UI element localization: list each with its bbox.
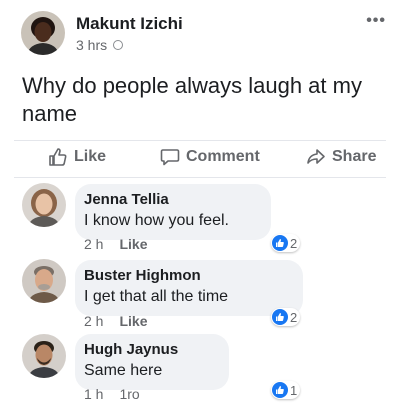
reaction-count[interactable]: 2 bbox=[271, 234, 301, 252]
commenter-avatar[interactable] bbox=[22, 183, 66, 227]
divider bbox=[14, 140, 386, 141]
comment-like-button[interactable]: Like bbox=[119, 313, 147, 329]
post-card: Makunt Izichi 3 hrs ••• Why do people al… bbox=[0, 0, 400, 405]
reaction-number: 2 bbox=[290, 235, 298, 251]
globe-icon bbox=[113, 40, 124, 50]
comment-time[interactable]: 2 h bbox=[84, 236, 103, 252]
like-button[interactable]: Like bbox=[48, 147, 106, 167]
comment-label: Comment bbox=[186, 148, 260, 165]
comment-text: Same here bbox=[84, 362, 163, 379]
more-options-icon[interactable]: ••• bbox=[366, 12, 386, 30]
thumbs-up-icon bbox=[272, 309, 288, 325]
reaction-count[interactable]: 1 bbox=[271, 381, 301, 399]
commenter-avatar[interactable] bbox=[22, 334, 66, 378]
thumbs-up-icon bbox=[272, 235, 288, 251]
share-label: Share bbox=[332, 148, 377, 165]
comment-like-button[interactable]: Like bbox=[119, 236, 147, 252]
reaction-number: 2 bbox=[290, 309, 298, 325]
comment-author[interactable]: Buster Highmon bbox=[84, 266, 293, 286]
comment-meta: 2 h Like bbox=[84, 236, 147, 252]
thumbs-up-icon bbox=[272, 382, 288, 398]
post-author-name[interactable]: Makunt Izichi bbox=[76, 14, 183, 34]
author-avatar[interactable] bbox=[21, 11, 65, 55]
post-text: Why do people always laugh at my name bbox=[22, 73, 362, 126]
divider bbox=[14, 177, 386, 178]
comment-author[interactable]: Jenna Tellia bbox=[84, 190, 261, 210]
comment-text: I know how you feel. bbox=[84, 212, 229, 229]
comment-time[interactable]: 1 h bbox=[84, 386, 103, 402]
thumbs-up-icon bbox=[48, 147, 68, 167]
post-time[interactable]: 3 hrs bbox=[76, 37, 107, 53]
comment-meta: 2 h Like bbox=[84, 313, 147, 329]
comment-bubble: Buster Highmon I get that all the time bbox=[75, 260, 303, 316]
commenter-avatar[interactable] bbox=[22, 259, 66, 303]
reaction-number: 1 bbox=[290, 382, 298, 398]
comment-bubble: Jenna Tellia I know how you feel. bbox=[75, 184, 271, 240]
comment-time[interactable]: 2 h bbox=[84, 313, 103, 329]
comment-author[interactable]: Hugh Jaynus bbox=[84, 340, 219, 360]
share-button[interactable]: Share bbox=[306, 147, 376, 167]
comment-text: I get that all the time bbox=[84, 288, 229, 305]
comment-meta: 1 h 1ro bbox=[84, 386, 140, 402]
reaction-count[interactable]: 2 bbox=[271, 308, 301, 326]
comment-bubble: Hugh Jaynus Same here bbox=[75, 334, 229, 390]
comment-action[interactable]: 1ro bbox=[119, 386, 139, 402]
share-arrow-icon bbox=[306, 147, 326, 167]
post-meta: 3 hrs bbox=[76, 37, 124, 53]
like-label: Like bbox=[74, 148, 107, 165]
comment-icon bbox=[160, 147, 180, 167]
comment-button[interactable]: Comment bbox=[160, 147, 260, 167]
post-action-bar: Like Comment Share bbox=[0, 143, 400, 175]
